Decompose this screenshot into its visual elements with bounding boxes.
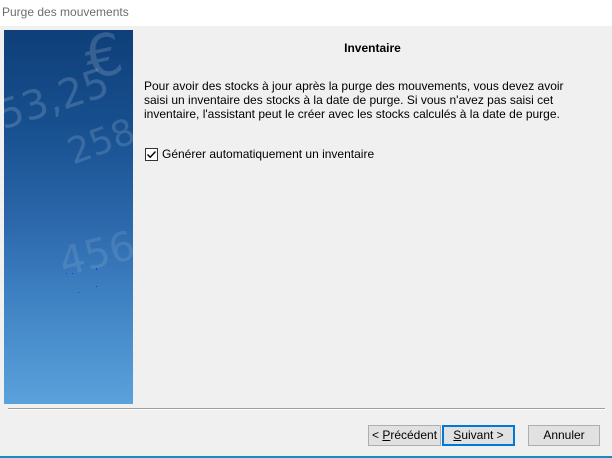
banner-pixel-5 — [96, 286, 97, 287]
title-bar[interactable]: Purge des mouvements — [0, 0, 612, 26]
previous-prefix: < — [371, 428, 383, 442]
banner-pixel-3 — [96, 268, 97, 270]
banner-pixel-2 — [72, 273, 73, 274]
auto-inventory-option[interactable]: Générer automatiquement un inventaire — [145, 146, 374, 162]
wizard-window: Purge des mouvements 53,25 € 258, 456, I… — [0, 0, 612, 458]
previous-button[interactable]: < Précédent — [368, 425, 441, 446]
banner-pixel-4 — [78, 292, 79, 293]
previous-label-rest: récédent — [390, 428, 438, 442]
banner-pixel-1 — [66, 273, 67, 274]
wizard-side-banner: 53,25 € 258, 456, — [4, 30, 133, 404]
page-description: Pour avoir des stocks à jour après la pu… — [144, 79, 564, 121]
auto-inventory-label: Générer automatiquement un inventaire — [162, 147, 375, 161]
cancel-button[interactable]: Annuler — [528, 425, 600, 446]
banner-decor-text-4: 456, — [55, 220, 133, 286]
wizard-content: Inventaire Pour avoir des stocks à jour … — [133, 30, 612, 404]
next-button[interactable]: Suivant > — [442, 425, 515, 446]
checkmark-icon — [147, 150, 157, 158]
page-title: Inventaire — [344, 41, 401, 55]
next-label-rest: uivant > — [461, 428, 504, 442]
window-title: Purge des mouvements — [2, 5, 129, 19]
banner-decoration: 53,25 € 258, 456, — [4, 30, 133, 293]
auto-inventory-checkbox[interactable] — [145, 147, 158, 161]
footer-separator — [8, 408, 605, 410]
